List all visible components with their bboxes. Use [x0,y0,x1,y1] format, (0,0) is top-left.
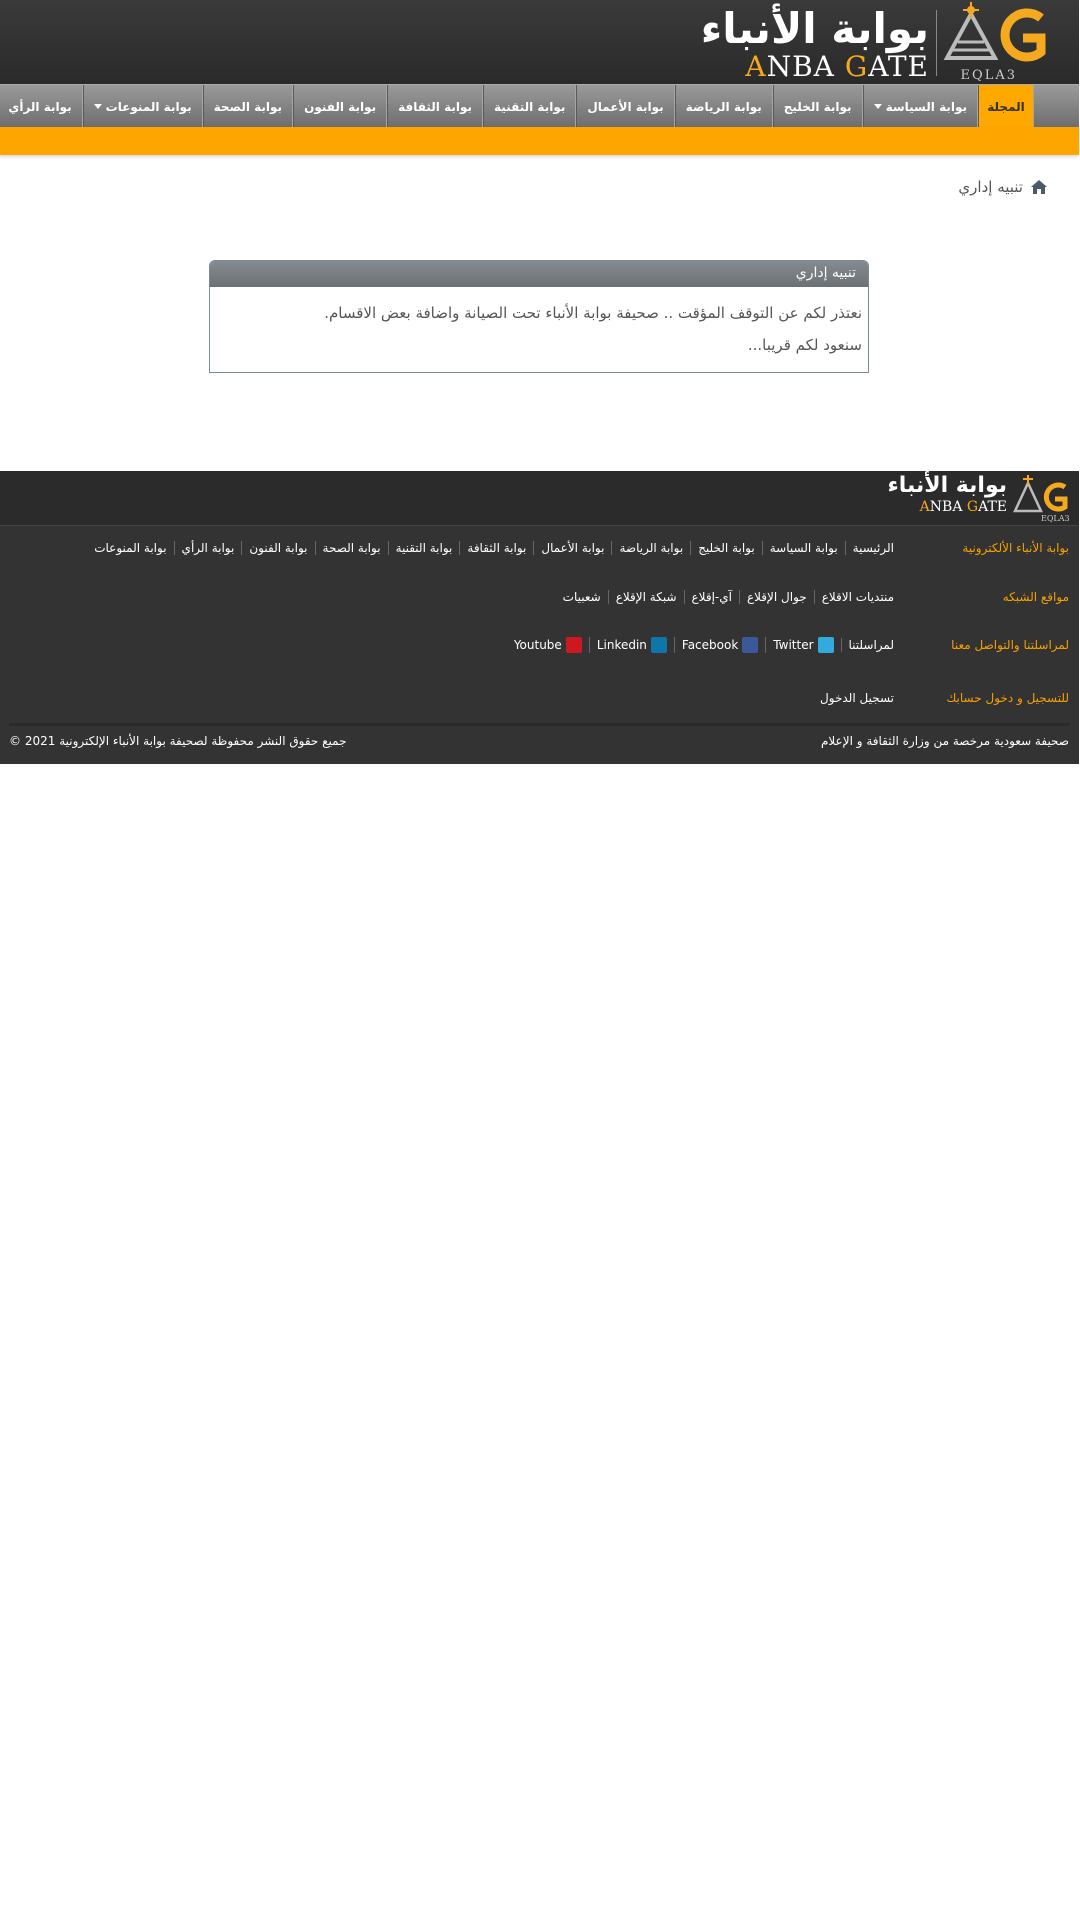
nav-item-label: بوابة الرياضة [686,99,763,114]
footer-logo-subtitle: EQLA3 [1042,514,1070,523]
linkedin-icon [651,637,668,653]
breadcrumb: تنبيه إداري [959,178,1048,196]
nav-item-label: بوابة الرأي [9,99,73,114]
nav-item[interactable]: بوابة الرياضة [675,85,774,128]
footer-link[interactable]: آي-إقلاع [684,590,740,604]
site-logo[interactable]: بوابة الأنباء ANBA GATE EQLA3 [702,0,1050,84]
license-text: صحيفة سعودية مرخصة من وزارة الثقافة و ال… [821,734,1070,748]
nav-item[interactable]: بوابة التقنية [484,85,578,128]
nav-item[interactable]: المجلة [979,85,1035,128]
youtube-link[interactable]: Youtube [508,637,590,653]
footer-logo-english-text: ANBA GATE [920,499,1008,515]
nav-item[interactable]: بوابة الرأي [0,85,84,128]
footer-link[interactable]: بوابة الخليج [691,541,763,555]
footer-link[interactable]: بوابة الفنون [242,541,315,555]
nav-item-label: بوابة الثقافة [399,99,474,114]
footer-link[interactable]: بوابة الرياضة [612,541,691,555]
footer-row-network: مواقع الشبكه منتديات الاقلاع جوال الإقلاع… [557,590,1070,604]
footer-link[interactable]: تسجيل الدخول [814,691,895,705]
nav-item-label: بوابة الأعمال [588,99,665,114]
nav-item-label: بوابة الفنون [305,99,378,114]
breadcrumb-current: تنبيه إداري [959,178,1024,196]
footer-row-contact: لمراسلتنا والتواصل معنا لمراسلتنا Twitte… [508,637,1070,653]
footer-link[interactable]: بوابة التقنية [388,541,461,555]
nav-item-label: المجلة [988,99,1026,114]
nav-item[interactable]: بوابة الأعمال [577,85,676,128]
nav-item[interactable]: بوابة المنوعات [83,85,204,128]
logo-subtitle: EQLA3 [961,68,1018,83]
nav-item[interactable]: بوابة الخليج [773,85,864,128]
footer-row-label: لمراسلتنا والتواصل معنا [952,638,1070,652]
social-label: Facebook [682,638,740,652]
facebook-link[interactable]: Facebook [674,637,766,653]
nav-item[interactable]: بوابة السياسة [863,85,979,128]
footer-link[interactable]: شبكة الإقلاع [608,590,685,604]
notice-line: نعتذر لكم عن التوقف المؤقت .. صحيفة بواب… [325,304,863,322]
footer-row-label: مواقع الشبكه [1003,590,1070,604]
accent-bar [0,127,1080,155]
logo-divider [937,10,938,76]
footer-link[interactable]: بوابة الأعمال [534,541,612,555]
admin-notice-box: تنبيه إداري نعتذر لكم عن التوقف المؤقت .… [210,260,870,373]
notice-line: سنعود لكم قريبا... [748,336,863,354]
footer-row-login: للتسجيل و دخول حسابك تسجيل الدخول [814,691,1070,705]
social-label: Twitter [774,638,815,652]
nav-item-label: بوابة التقنية [495,99,567,114]
footer-link[interactable]: شعبيات [557,590,609,604]
footer-link[interactable]: الرئيسية [845,541,895,555]
pyramid-logo-icon: EQLA3 [1014,475,1070,523]
footer-row-label: بوابة الأنباء الألكترونية [963,541,1070,555]
footer-logo[interactable]: بوابة الأنباء ANBA GATE EQLA3 [888,471,1070,526]
footer-link[interactable]: بوابة المنوعات [88,541,174,555]
nav-item-label: بوابة الخليج [784,99,853,114]
facebook-icon [743,637,760,653]
nav-item[interactable]: بوابة الفنون [294,85,389,128]
nav-item[interactable]: بوابة الثقافة [388,85,485,128]
nav-list: المجلة بوابة السياسة بوابة الخليج بوابة الر… [0,85,1035,128]
nav-item-label: بوابة المنوعات [106,99,193,114]
logo-english-text: ANBA GATE [746,50,930,83]
footer-bottom: صحيفة سعودية مرخصة من وزارة الثقافة و ال… [10,734,1070,748]
footer-link[interactable]: بوابة السياسة [762,541,846,555]
nav-item-label: بوابة الصحة [214,99,284,114]
linkedin-link[interactable]: Linkedin [589,637,675,653]
main-nav: المجلة بوابة السياسة بوابة الخليج بوابة الر… [0,84,1080,128]
nav-item-label: بوابة السياسة [886,99,968,114]
footer-link[interactable]: جوال الإقلاع [739,590,815,604]
copyright-text: جميع حقوق النشر محفوظة لصحيفة بوابة الأن… [10,734,348,748]
footer-link[interactable]: منتديات الاقلاع [814,590,895,604]
caret-down-icon [874,104,883,109]
footer-row-label: للتسجيل و دخول حسابك [947,691,1070,705]
footer-row-portal: بوابة الأنباء الألكترونية الرئيسية بوابة … [88,541,1070,555]
twitter-icon [818,637,835,653]
footer-links: منتديات الاقلاع جوال الإقلاع آي-إقلاع شبكة … [557,590,895,604]
footer-link[interactable]: بوابة الرأي [174,541,243,555]
logo-arabic-text: بوابة الأنباء [701,4,930,53]
footer-links: تسجيل الدخول [814,691,895,705]
site-header: بوابة الأنباء ANBA GATE EQLA3 [0,0,1080,84]
notice-body: نعتذر لكم عن التوقف المؤقت .. صحيفة بواب… [211,287,869,361]
contact-us-link[interactable]: لمراسلتنا [841,638,895,652]
nav-item[interactable]: بوابة الصحة [203,85,295,128]
footer-link[interactable]: بوابة الصحة [315,541,389,555]
footer-divider [10,723,1070,726]
social-label: Linkedin [597,638,648,652]
caret-down-icon [94,104,103,109]
home-icon[interactable] [1032,180,1048,194]
social-label: Youtube [514,638,563,652]
twitter-link[interactable]: Twitter [766,637,841,653]
notice-title: تنبيه إداري [211,261,869,287]
footer-logo-bar: بوابة الأنباء ANBA GATE EQLA3 [0,471,1080,526]
youtube-icon [566,637,583,653]
footer-links: الرئيسية بوابة السياسة بوابة الخليج بوابة ا… [88,541,895,555]
footer-social-links: لمراسلتنا Twitter Facebook Linkedin Youtube [508,637,895,653]
footer-logo-arabic-text: بوابة الأنباء [888,473,1008,498]
footer-link[interactable]: بوابة الثقافة [460,541,534,555]
site-footer: بوابة الأنباء ANBA GATE EQLA3 بوابة الأن… [0,471,1080,764]
